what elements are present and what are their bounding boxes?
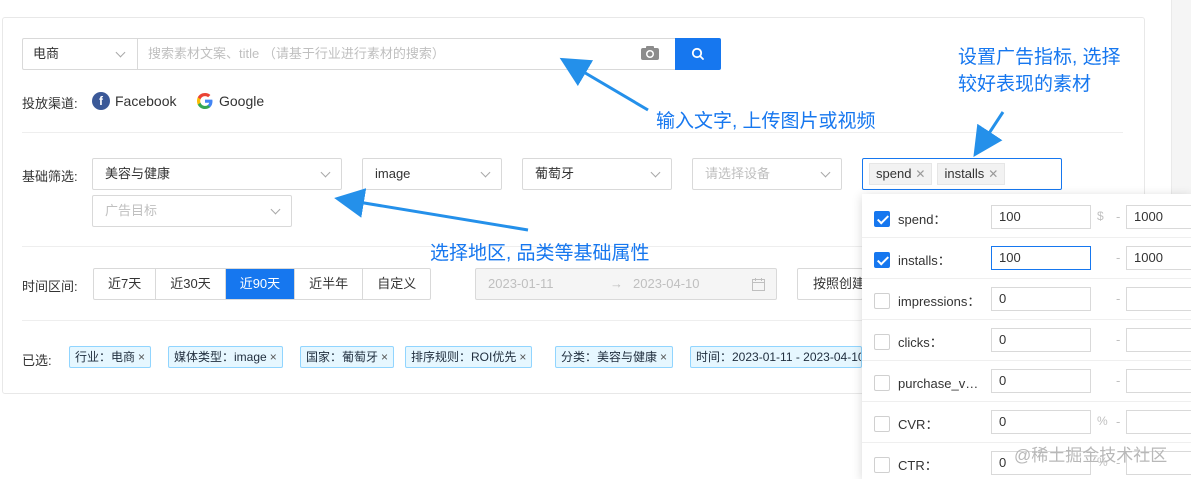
annotation-metrics-line2: 较好表现的素材 — [958, 74, 1092, 95]
arrow-to-metrics — [973, 111, 1005, 158]
arrow-to-search — [559, 57, 649, 112]
annotation-search: 输入文字, 上传图片或视频 — [656, 111, 876, 132]
annotation-metrics: 设置广告指标, 选择 — [958, 47, 1121, 68]
arrow-to-filters — [334, 188, 529, 232]
watermark: @稀土掘金技术社区 — [1014, 446, 1168, 465]
annotation-filters: 选择地区, 品类等基础属性 — [430, 243, 650, 264]
